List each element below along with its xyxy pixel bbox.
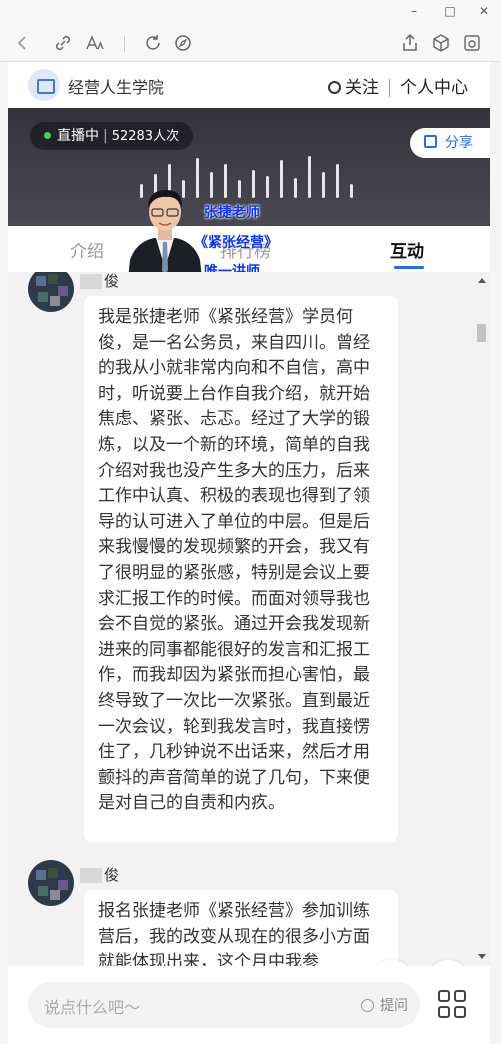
personal-center-link[interactable]: 个人中心 (400, 73, 468, 98)
scroll-up-arrow-icon[interactable] (478, 278, 486, 283)
bottom-bar: 说点什么吧～ 提问 (8, 966, 490, 1044)
minimize-button[interactable]: – (404, 4, 424, 18)
ask-question-toggle[interactable]: 提问 (361, 995, 408, 1015)
message-bubble: 报名张捷老师《紧张经营》参加训练营后，我的改变从现在的很多小方面就能体现出来，这… (84, 890, 398, 966)
title-bar: – □ ✕ (0, 0, 501, 26)
page-header: 经营人生学院 关注 个人中心 (8, 62, 490, 108)
comment-placeholder: 说点什么吧～ (44, 998, 141, 1017)
font-size-icon[interactable] (84, 32, 106, 54)
follow-button[interactable]: 关注 (328, 73, 379, 98)
share-button[interactable]: 分享 (410, 128, 490, 158)
page-frame: 经营人生学院 关注 个人中心 直播中 | 52283人次 分享 介绍 排行榜 互动 (8, 62, 490, 1044)
back-icon[interactable] (12, 32, 34, 54)
avatar (28, 272, 74, 312)
tab-interaction[interactable]: 互动 (390, 237, 424, 262)
close-button[interactable]: ✕ (474, 4, 494, 18)
share-icon[interactable] (399, 32, 421, 54)
overlay-line-teacher: 张捷老师 (204, 205, 260, 221)
scrollbar-thumb[interactable] (477, 324, 486, 342)
browser-window: – □ ✕ 经营人生学院 关注 个人中心 直播中 | 52283人次 分享 介绍… (0, 0, 501, 1044)
overlay-line-course: 《紧张经营》 (194, 235, 278, 251)
link-icon[interactable] (52, 32, 74, 54)
screenshot-icon[interactable] (461, 32, 483, 54)
message-bubble: 我是张捷老师《紧张经营》学员何俊，是一名公务员，来自四川。曾经的我从小就非常内向… (84, 296, 398, 842)
message-username: 俊 (80, 272, 119, 291)
active-tab-indicator (394, 266, 424, 269)
scrollbar[interactable] (474, 272, 488, 966)
compass-icon[interactable] (172, 32, 194, 54)
live-status-badge: 直播中 | 52283人次 (30, 122, 194, 150)
search-icon (328, 81, 341, 94)
cube-icon[interactable] (430, 32, 452, 54)
browser-toolbar (0, 26, 501, 62)
radio-icon (361, 998, 374, 1012)
avatar (28, 860, 74, 906)
tab-intro[interactable]: 介绍 (70, 237, 104, 262)
header-divider (389, 79, 390, 97)
apps-grid-icon[interactable] (438, 990, 468, 1020)
school-title: 经营人生学院 (68, 78, 165, 97)
share-out-icon (424, 134, 437, 148)
refresh-icon[interactable] (142, 32, 164, 54)
message-feed[interactable]: 俊 我是张捷老师《紧张经营》学员何俊，是一名公务员，来自四川。曾经的我从小就非常… (8, 272, 490, 966)
comment-input[interactable]: 说点什么吧～ 提问 (28, 982, 420, 1028)
message-username: 俊 (80, 864, 119, 885)
school-logo-icon (28, 69, 60, 101)
live-dot-icon (44, 131, 51, 139)
toolbar-separator (124, 36, 125, 52)
viewer-count: 52283人次 (111, 129, 180, 144)
header-actions: 关注 个人中心 (328, 73, 468, 98)
scroll-down-arrow-icon[interactable] (478, 954, 486, 959)
maximize-button[interactable]: □ (440, 4, 460, 18)
